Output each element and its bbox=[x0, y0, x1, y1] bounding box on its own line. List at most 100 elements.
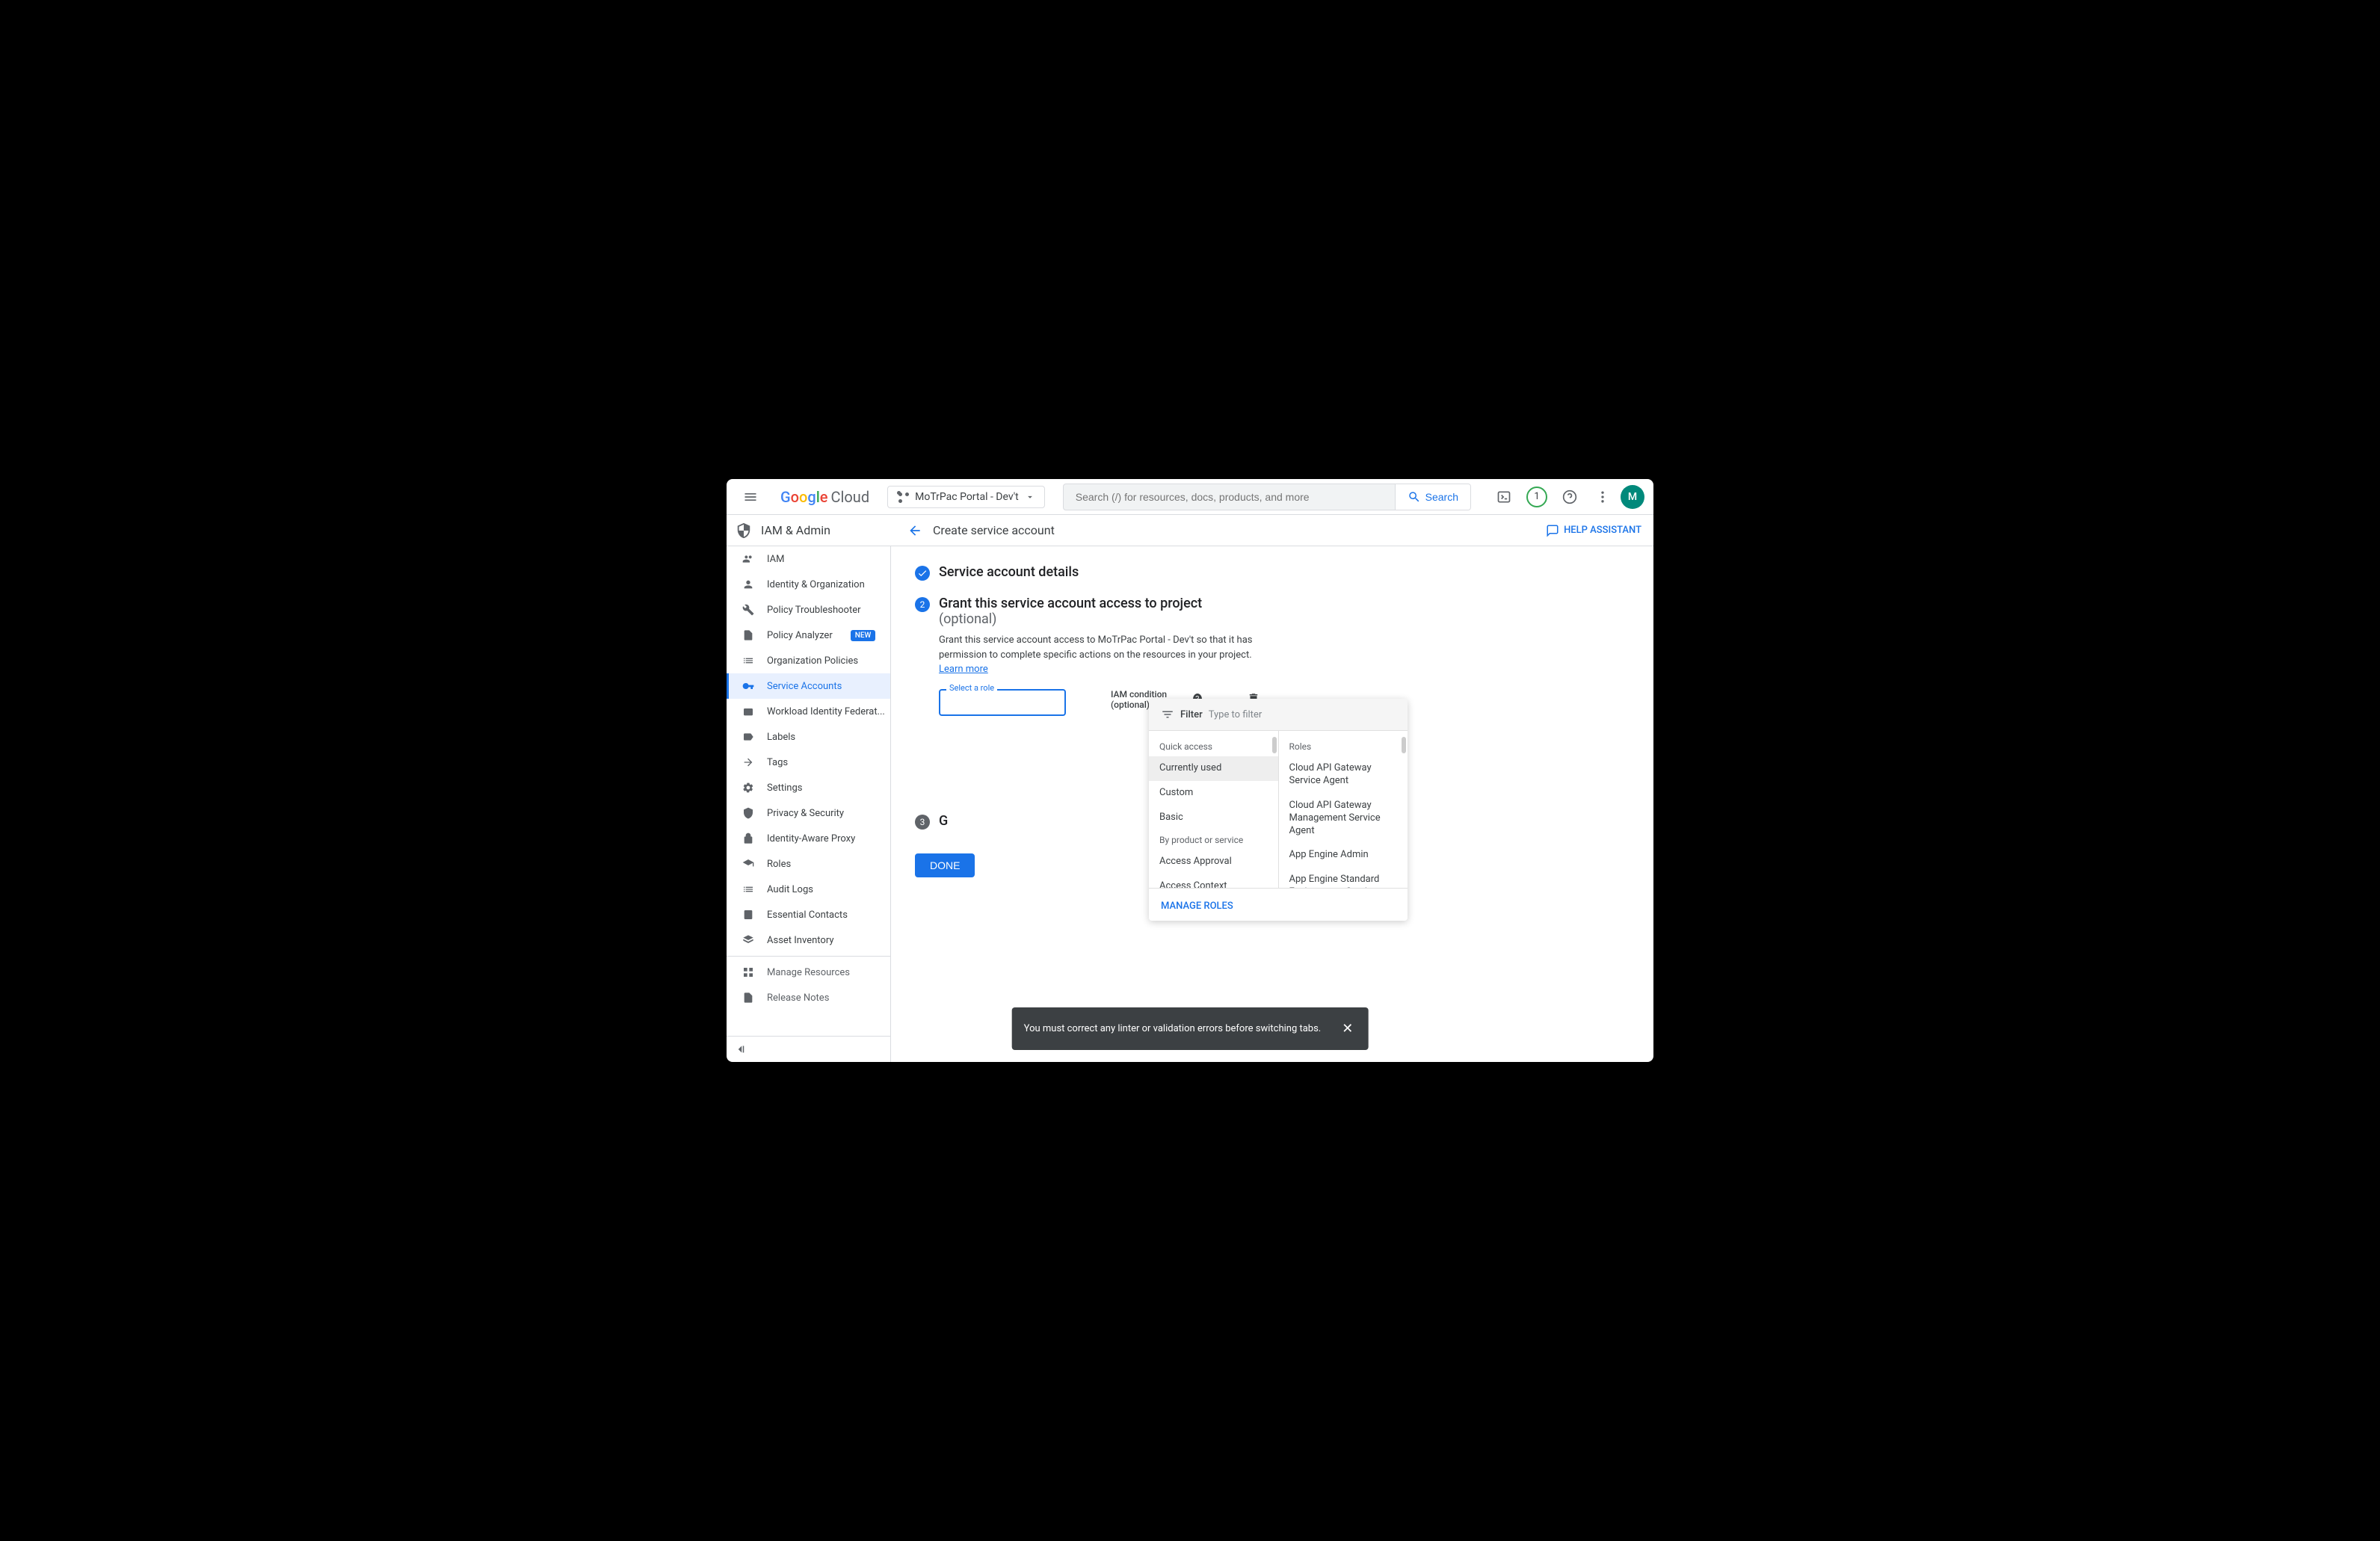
toast-close-icon[interactable]: ✕ bbox=[1339, 1018, 1356, 1040]
hamburger-menu-icon[interactable] bbox=[733, 479, 768, 515]
role-field-label: Select a role bbox=[946, 683, 997, 693]
dd-role-item[interactable]: Cloud API Gateway Management Service Age… bbox=[1279, 794, 1408, 844]
notes-icon bbox=[742, 992, 755, 1004]
logs-icon bbox=[742, 883, 755, 895]
learn-more-link[interactable]: Learn more bbox=[939, 664, 988, 675]
search-button[interactable]: Search bbox=[1395, 484, 1470, 510]
gear-icon bbox=[742, 782, 755, 794]
step-2: 2 Grant this service account access to p… bbox=[915, 596, 1630, 627]
filter-icon bbox=[1161, 708, 1174, 721]
by-product-heading: By product or service bbox=[1149, 830, 1278, 850]
notifications-badge[interactable]: 1 bbox=[1522, 482, 1552, 512]
key-icon bbox=[742, 680, 755, 692]
sidebar-item-asset[interactable]: Asset Inventory bbox=[727, 927, 890, 953]
step1-title: Service account details bbox=[939, 564, 1079, 580]
dropdown-footer: MANAGE ROLES bbox=[1149, 888, 1408, 921]
lock-icon bbox=[742, 833, 755, 844]
hierarchy-icon bbox=[742, 966, 755, 978]
project-selector[interactable]: MoTrPac Portal - Dev't bbox=[887, 486, 1045, 508]
main-content: Service account details 2 Grant this ser… bbox=[891, 546, 1653, 1062]
sidebar-item-identity[interactable]: Identity & Organization bbox=[727, 572, 890, 597]
sidebar-item-labels[interactable]: Labels bbox=[727, 724, 890, 750]
toast-text: You must correct any linter or validatio… bbox=[1024, 1023, 1322, 1034]
dropdown-filter-row[interactable]: Filter Type to filter bbox=[1149, 699, 1408, 731]
chat-icon bbox=[1546, 524, 1559, 537]
role-select-box[interactable] bbox=[939, 689, 1066, 716]
top-bar: Google Cloud MoTrPac Portal - Dev't Sear… bbox=[727, 479, 1653, 515]
filter-hint: Type to filter bbox=[1209, 709, 1263, 720]
cloud-shell-icon[interactable] bbox=[1489, 482, 1519, 512]
sidebar-item-iam[interactable]: IAM bbox=[727, 546, 890, 572]
dropdown-right-column: Roles Cloud API Gateway Service Agent Cl… bbox=[1279, 731, 1408, 888]
contacts-icon bbox=[742, 909, 755, 921]
dd-item-access-approval[interactable]: Access Approval bbox=[1149, 850, 1278, 874]
sidebar-item-service-accounts[interactable]: Service Accounts bbox=[727, 673, 890, 699]
manage-roles-link[interactable]: MANAGE ROLES bbox=[1161, 901, 1233, 912]
top-actions: 1 M bbox=[1489, 482, 1647, 512]
dd-role-item[interactable]: App Engine Admin bbox=[1279, 843, 1408, 868]
sidebar-item-roles[interactable]: Roles bbox=[727, 851, 890, 877]
tag-icon bbox=[742, 731, 755, 743]
sidebar-item-analyzer[interactable]: Policy AnalyzerNEW bbox=[727, 623, 890, 648]
dd-role-item[interactable]: Cloud API Gateway Service Agent bbox=[1279, 756, 1408, 794]
roles-heading: Roles bbox=[1279, 737, 1408, 756]
dd-item-access-context[interactable]: Access Context Manager bbox=[1149, 874, 1278, 888]
sidebar-item-org-policies[interactable]: Organization Policies bbox=[727, 648, 890, 673]
sidebar-item-troubleshooter[interactable]: Policy Troubleshooter bbox=[727, 597, 890, 623]
dd-role-item[interactable]: App Engine Standard Environment Service … bbox=[1279, 868, 1408, 888]
arrow-icon bbox=[742, 756, 755, 768]
search-input[interactable] bbox=[1064, 484, 1395, 510]
account-avatar[interactable]: M bbox=[1621, 485, 1644, 509]
help-assistant-button[interactable]: HELP ASSISTANT bbox=[1546, 524, 1641, 537]
dd-item-custom[interactable]: Custom bbox=[1149, 781, 1278, 806]
person-icon bbox=[742, 578, 755, 590]
step2-title: Grant this service account access to pro… bbox=[939, 596, 1202, 611]
role-selector[interactable]: Select a role bbox=[939, 689, 1066, 716]
sidebar-item-iap[interactable]: Identity-Aware Proxy bbox=[727, 826, 890, 851]
step-1: Service account details bbox=[915, 564, 1630, 581]
page-title: Create service account bbox=[933, 523, 1546, 537]
sidebar-collapse[interactable] bbox=[727, 1036, 890, 1062]
dropdown-left-column: Quick access Currently used Custom Basic… bbox=[1149, 731, 1279, 888]
people-icon bbox=[742, 553, 755, 565]
back-arrow-icon[interactable] bbox=[900, 516, 930, 546]
hat-icon bbox=[742, 858, 755, 870]
project-name: MoTrPac Portal - Dev't bbox=[915, 491, 1019, 503]
dd-item-basic[interactable]: Basic bbox=[1149, 806, 1278, 830]
shield-outline-icon bbox=[742, 807, 755, 819]
list-icon bbox=[742, 655, 755, 667]
sidebar-item-settings[interactable]: Settings bbox=[727, 775, 890, 800]
sidebar-item-release-notes[interactable]: Release Notes bbox=[727, 985, 890, 1010]
dropdown-body: Quick access Currently used Custom Basic… bbox=[1149, 731, 1408, 888]
new-badge: NEW bbox=[851, 630, 876, 641]
logo-cloud-text: Cloud bbox=[831, 488, 870, 506]
page-header: IAM & Admin Create service account HELP … bbox=[727, 515, 1653, 546]
product-title: IAM & Admin bbox=[761, 523, 830, 537]
nav-divider bbox=[727, 956, 890, 957]
toast-message: You must correct any linter or validatio… bbox=[1012, 1007, 1369, 1050]
step2-number: 2 bbox=[915, 597, 930, 612]
role-dropdown-panel: Filter Type to filter Quick access Curre… bbox=[1149, 699, 1408, 921]
iam-shield-icon bbox=[736, 522, 752, 539]
scroll-thumb[interactable] bbox=[1272, 737, 1277, 753]
sidebar: IAM Identity & Organization Policy Troub… bbox=[727, 546, 891, 1062]
product-section: IAM & Admin bbox=[736, 522, 891, 539]
search-bar: Search bbox=[1063, 484, 1471, 510]
sidebar-item-workload[interactable]: Workload Identity Federat... bbox=[727, 699, 890, 724]
sidebar-item-contacts[interactable]: Essential Contacts bbox=[727, 902, 890, 927]
document-icon bbox=[742, 629, 755, 641]
sidebar-item-audit[interactable]: Audit Logs bbox=[727, 877, 890, 902]
sidebar-item-manage-resources[interactable]: Manage Resources bbox=[727, 960, 890, 985]
sidebar-item-tags[interactable]: Tags bbox=[727, 750, 890, 775]
step3-number: 3 bbox=[915, 815, 930, 830]
scroll-thumb[interactable] bbox=[1402, 737, 1406, 753]
search-icon bbox=[1408, 490, 1421, 504]
done-button[interactable]: DONE bbox=[915, 853, 975, 877]
dd-item-currently-used[interactable]: Currently used bbox=[1149, 756, 1278, 781]
sidebar-item-privacy[interactable]: Privacy & Security bbox=[727, 800, 890, 826]
google-cloud-logo[interactable]: Google Cloud bbox=[774, 488, 875, 506]
inventory-icon bbox=[742, 934, 755, 946]
help-icon[interactable] bbox=[1555, 482, 1585, 512]
more-menu-icon[interactable] bbox=[1588, 482, 1618, 512]
check-icon bbox=[915, 566, 930, 581]
